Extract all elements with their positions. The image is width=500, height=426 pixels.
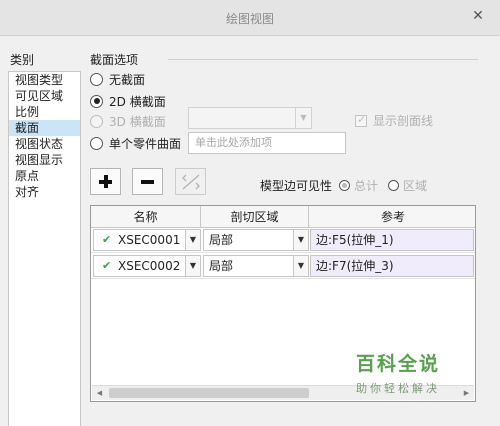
chevron-down-icon[interactable]: ▼: [293, 256, 308, 276]
radio-label: 单个零件曲面: [109, 136, 182, 151]
category-label: 类别: [10, 53, 35, 67]
radio-button[interactable]: [90, 72, 103, 86]
checkbox-icon: [355, 113, 367, 127]
watermark-title: 百科全说: [355, 353, 440, 375]
row-name-cell[interactable]: ✔ XSEC0002 ▼: [93, 255, 201, 277]
category-item-sections[interactable]: 截面: [9, 120, 80, 136]
section-name: XSEC0001: [118, 233, 181, 247]
chevron-down-icon[interactable]: ▼: [293, 230, 308, 250]
category-item-visible-area[interactable]: 可见区域: [9, 88, 80, 104]
category-list: 视图类型 可见区域 比例 截面 视图状态 视图显示 原点 对齐: [8, 71, 81, 426]
category-item-view-display[interactable]: 视图显示: [9, 152, 80, 168]
check-icon: ✔: [102, 259, 112, 272]
row-region-cell[interactable]: 局部 ▼: [203, 255, 309, 277]
radio-button: [339, 180, 350, 191]
radio-label: 3D 横截面: [109, 114, 166, 129]
radio-label: 无截面: [109, 72, 146, 87]
check-icon: ✔: [102, 233, 112, 246]
category-item-view-states[interactable]: 视图状态: [9, 136, 80, 152]
row-region-cell[interactable]: 局部 ▼: [203, 229, 309, 251]
radio-button: [90, 114, 103, 128]
chevron-down-icon[interactable]: ▼: [185, 230, 200, 250]
flip-button: [175, 168, 206, 195]
chevron-down-icon: ▼: [295, 108, 311, 128]
radio-button[interactable]: [90, 94, 103, 108]
section-name: XSEC0002: [118, 259, 181, 273]
table-header: 名称 剖切区域 参考: [91, 206, 475, 228]
checkbox-label: 显示剖面线: [373, 114, 434, 128]
add-section-button[interactable]: [90, 168, 121, 195]
table-row[interactable]: ✔ XSEC0002 ▼ 局部 ▼ 边:F7(拉伸_3): [91, 254, 475, 279]
row-reference-cell[interactable]: 边:F7(拉伸_3): [310, 255, 474, 277]
scroll-right-icon[interactable]: ▶: [459, 386, 474, 400]
radio-button: [388, 180, 399, 191]
category-item-view-type[interactable]: 视图类型: [9, 72, 80, 88]
radio-label: 区域: [403, 179, 428, 193]
radio-single-part-surface[interactable]: 单个零件曲面: [90, 134, 181, 152]
close-icon[interactable]: ✕: [470, 8, 486, 24]
dialog-body: 类别 视图类型 可见区域 比例 截面 视图状态 视图显示 原点 对齐 截面选项 …: [0, 36, 500, 426]
section-divider: [168, 59, 478, 60]
reference-value: 边:F7(拉伸_3): [316, 259, 394, 273]
row-name-cell[interactable]: ✔ XSEC0001 ▼: [93, 229, 201, 251]
reference-value: 边:F5(拉伸_1): [316, 233, 394, 247]
flip-arrow-icon: [181, 173, 200, 190]
radio-label: 2D 横截面: [109, 94, 166, 109]
scroll-left-icon[interactable]: ◀: [92, 386, 107, 400]
category-item-scale[interactable]: 比例: [9, 104, 80, 120]
window-title: 绘图视图: [225, 12, 274, 26]
chevron-down-icon[interactable]: ▼: [185, 256, 200, 276]
column-header-reference[interactable]: 参考: [309, 206, 475, 228]
show-xsec-checkbox: 显示剖面线: [355, 112, 433, 129]
column-header-region[interactable]: 剖切区域: [201, 206, 309, 228]
visibility-area-option: 区域: [388, 177, 427, 194]
radio-2d-section[interactable]: 2D 横截面: [90, 92, 166, 110]
column-header-name[interactable]: 名称: [91, 206, 201, 228]
category-item-origin[interactable]: 原点: [9, 168, 80, 184]
section-dropdown: ▼: [188, 107, 312, 129]
radio-3d-section: 3D 横截面: [90, 112, 166, 130]
section-options-label: 截面选项: [90, 53, 139, 67]
category-item-alignment[interactable]: 对齐: [9, 184, 80, 200]
radio-button[interactable]: [90, 136, 103, 150]
region-value: 局部: [209, 233, 234, 247]
title-bar: 绘图视图 ✕: [0, 0, 500, 36]
edge-visibility-label: 模型边可见性: [260, 179, 333, 193]
visibility-total-option: 总计: [339, 177, 378, 194]
radio-no-section[interactable]: 无截面: [90, 70, 145, 88]
row-reference-cell[interactable]: 边:F5(拉伸_1): [310, 229, 474, 251]
radio-label: 总计: [354, 179, 379, 193]
watermark-subtitle: 助你轻松解决: [356, 382, 440, 395]
remove-section-button[interactable]: [132, 168, 163, 195]
region-value: 局部: [209, 259, 234, 273]
table-row[interactable]: ✔ XSEC0001 ▼ 局部 ▼ 边:F5(拉伸_1): [91, 228, 475, 253]
plus-icon: [99, 175, 112, 188]
minus-icon: [141, 179, 154, 184]
scroll-thumb[interactable]: [109, 388, 309, 398]
add-item-field[interactable]: 单击此处添加项: [188, 132, 346, 154]
